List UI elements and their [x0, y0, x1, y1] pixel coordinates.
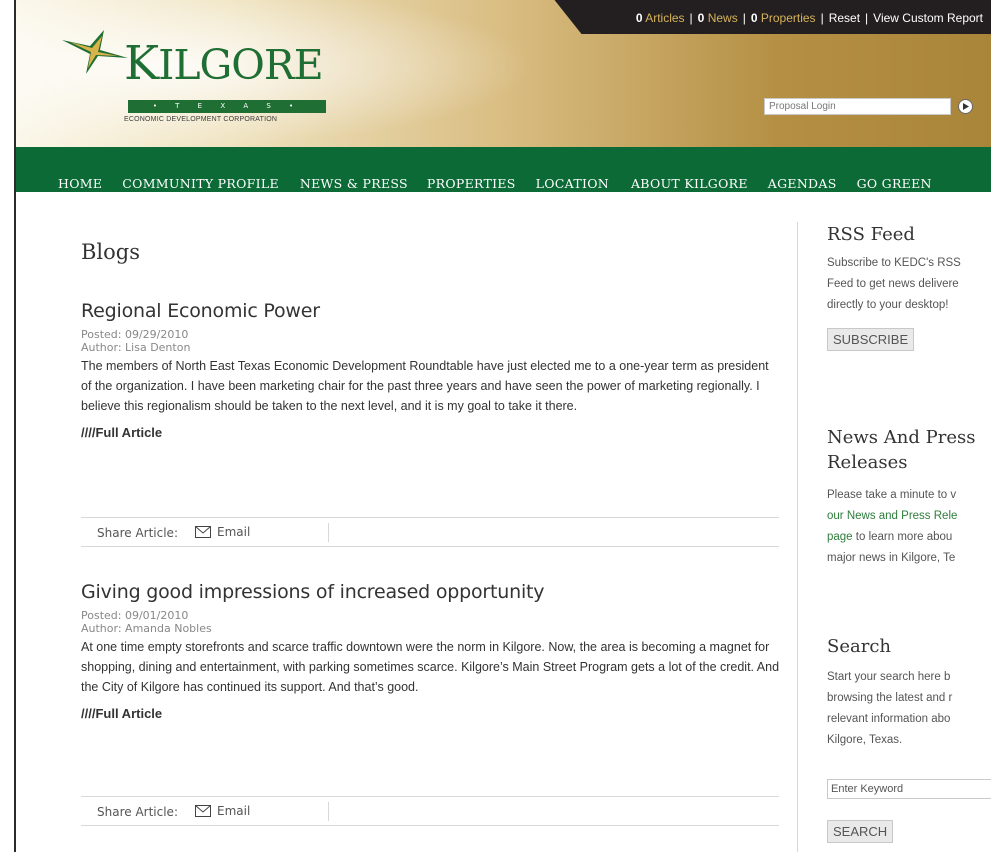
share-divider — [328, 523, 329, 542]
login-go-button[interactable] — [958, 99, 973, 114]
articles-label: Articles — [645, 11, 685, 25]
post-meta: Posted: 09/29/2010 Author: Lisa Denton — [81, 328, 781, 354]
email-label: Email — [217, 525, 251, 539]
post-body: At one time empty storefronts and scarce… — [81, 640, 780, 694]
nav-item-agendas[interactable]: AGENDAS — [768, 176, 837, 191]
logo-state-band: • T E X A S • — [128, 100, 326, 113]
nav-item-community-profile[interactable]: COMMUNITY PROFILE — [122, 176, 279, 191]
full-article-link[interactable]: ////Full Article — [81, 425, 781, 440]
post-date: Posted: 09/29/2010 — [81, 328, 189, 341]
site-header: 0 Articles | 0 News | 0 Properties | Res… — [16, 0, 991, 147]
news-count: 0 — [697, 11, 705, 25]
separator: | — [820, 11, 824, 25]
rss-line: Feed to get news delivere — [827, 278, 959, 290]
blog-post: Giving good impressions of increased opp… — [81, 581, 781, 721]
kilgore-logo[interactable]: KILGORE • T E X A S • ECONOMIC DEVELOPME… — [46, 28, 346, 123]
share-bar: Share Article: Email — [81, 796, 779, 826]
properties-count: 0 — [750, 11, 758, 25]
email-label: Email — [217, 804, 251, 818]
envelope-icon — [195, 805, 211, 817]
full-article-link[interactable]: ////Full Article — [81, 706, 781, 721]
news-text: Please take a minute to v our News and P… — [827, 485, 975, 569]
nav-item-home[interactable]: HOME — [58, 176, 102, 191]
logo-name-rest: ILGORE — [158, 41, 324, 89]
share-divider — [328, 802, 329, 821]
separator: | — [742, 11, 746, 25]
reset-link[interactable]: Reset — [829, 11, 860, 25]
share-email-button[interactable]: Email — [195, 525, 250, 539]
search-line: Kilgore, Texas. — [827, 734, 903, 746]
post-body: The members of North East Texas Economic… — [81, 359, 769, 413]
search-title: Search — [827, 636, 891, 657]
main-nav: HOME COMMUNITY PROFILE NEWS & PRESS PROP… — [16, 147, 991, 192]
news-title-line: Releases — [827, 452, 908, 473]
share-label: Share Article: — [97, 805, 178, 819]
news-line: major news in Kilgore, Te — [827, 552, 956, 564]
search-section: Search Start your search here b browsing… — [827, 634, 991, 852]
news-line: page to learn more abou — [827, 527, 975, 548]
articles-count: 0 — [635, 11, 643, 25]
nav-item-properties[interactable]: PROPERTIES — [427, 176, 516, 191]
post-title[interactable]: Giving good impressions of increased opp… — [81, 581, 781, 603]
news-label: News — [707, 11, 738, 25]
rss-title: RSS Feed — [827, 224, 915, 245]
logo-initial: K — [124, 36, 159, 91]
news-counter[interactable]: 0 News — [698, 11, 738, 25]
news-press-link[interactable]: our News and Press Rele — [827, 506, 975, 527]
subscribe-button[interactable]: SUBSCRIBE — [827, 328, 915, 351]
rss-section: RSS Feed Subscribe to KEDC's RSS Feed to… — [827, 222, 961, 351]
news-line-rest: to learn more abou — [852, 531, 953, 543]
rss-line: directly to your desktop! — [827, 299, 949, 311]
post-author: Author: Lisa Denton — [81, 341, 191, 354]
share-bar: Share Article: Email — [81, 517, 779, 547]
nav-item-about-kilgore[interactable]: ABOUT KILGORE — [631, 176, 748, 191]
search-line: Start your search here b — [827, 671, 951, 683]
post-meta: Posted: 09/01/2010 Author: Amanda Nobles — [81, 609, 781, 635]
keyword-search-input[interactable]: Enter Keyword — [827, 779, 991, 799]
post-date: Posted: 09/01/2010 — [81, 609, 189, 622]
topbar-links: 0 Articles | 0 News | 0 Properties | Res… — [636, 11, 983, 25]
post-author: Author: Amanda Nobles — [81, 622, 212, 635]
search-line: relevant information abo — [827, 713, 951, 725]
news-title: News And Press Releases — [827, 425, 975, 475]
news-page-link[interactable]: page — [827, 531, 853, 543]
rss-text: Subscribe to KEDC's RSS Feed to get news… — [827, 253, 961, 316]
nav-item-go-green[interactable]: GO GREEN — [857, 176, 932, 191]
envelope-icon — [195, 526, 211, 538]
news-section: News And Press Releases Please take a mi… — [827, 425, 975, 569]
separator: | — [865, 11, 869, 25]
news-title-line: News And Press — [827, 427, 976, 448]
logo-wordmark: KILGORE — [124, 40, 324, 87]
separator: | — [689, 11, 693, 25]
sidebar-divider — [797, 222, 798, 852]
news-line: Please take a minute to v — [827, 489, 957, 501]
properties-counter[interactable]: 0 Properties — [751, 11, 816, 25]
search-button[interactable]: SEARCH — [827, 820, 894, 843]
articles-counter[interactable]: 0 Articles — [636, 11, 685, 25]
play-arrow-icon — [963, 103, 969, 110]
share-email-button[interactable]: Email — [195, 804, 250, 818]
proposal-login-input[interactable]: Proposal Login — [764, 98, 951, 115]
nav-item-location[interactable]: LOCATION — [536, 176, 609, 191]
search-line: browsing the latest and r — [827, 692, 953, 704]
rss-line: Subscribe to KEDC's RSS — [827, 257, 961, 269]
logo-tagline: ECONOMIC DEVELOPMENT CORPORATION — [124, 116, 278, 123]
properties-label: Properties — [760, 11, 816, 25]
star-icon — [62, 30, 128, 74]
nav-item-news-press[interactable]: NEWS & PRESS — [300, 176, 408, 191]
search-text: Start your search here b browsing the la… — [827, 667, 991, 751]
post-title[interactable]: Regional Economic Power — [81, 300, 781, 322]
main-content: Blogs Regional Economic Power Posted: 09… — [81, 240, 781, 826]
share-label: Share Article: — [97, 526, 178, 540]
sidebar: RSS Feed Subscribe to KEDC's RSS Feed to… — [827, 222, 991, 852]
blog-post: Regional Economic Power Posted: 09/29/20… — [81, 300, 781, 440]
nav-items: HOME COMMUNITY PROFILE NEWS & PRESS PROP… — [58, 176, 932, 191]
page-title: Blogs — [81, 240, 141, 264]
view-custom-report-link[interactable]: View Custom Report — [873, 11, 983, 25]
